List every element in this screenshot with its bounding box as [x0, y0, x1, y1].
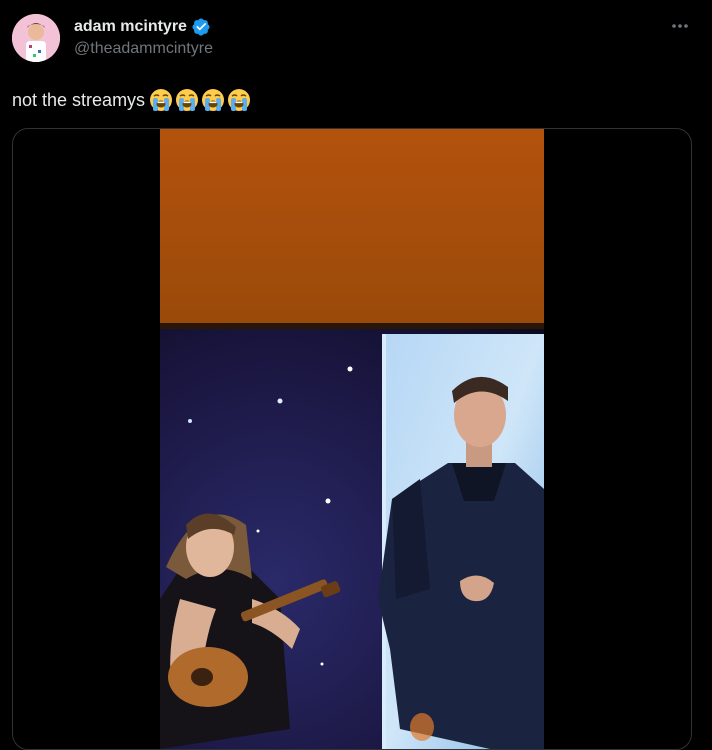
emoji-group [149, 88, 251, 112]
loudly-crying-face-icon [227, 88, 251, 112]
tweet[interactable]: adam mcintyre @theadammcintyre not the s… [0, 0, 712, 750]
loudly-crying-face-icon [175, 88, 199, 112]
video-player[interactable] [160, 129, 544, 749]
avatar-image [12, 14, 60, 62]
display-name[interactable]: adam mcintyre [74, 18, 187, 36]
post-header: adam mcintyre @theadammcintyre [74, 16, 213, 58]
more-options-icon[interactable] [668, 16, 692, 36]
media-container[interactable] [12, 128, 692, 750]
loudly-crying-face-icon [149, 88, 173, 112]
tweet-text-body: not the streamys [12, 89, 146, 110]
verified-badge-icon[interactable] [191, 17, 211, 37]
tweet-text: not the streamys [12, 88, 251, 112]
name-row: adam mcintyre [74, 16, 213, 38]
avatar[interactable] [12, 14, 60, 62]
loudly-crying-face-icon [201, 88, 225, 112]
user-handle[interactable]: @theadammcintyre [74, 40, 213, 58]
